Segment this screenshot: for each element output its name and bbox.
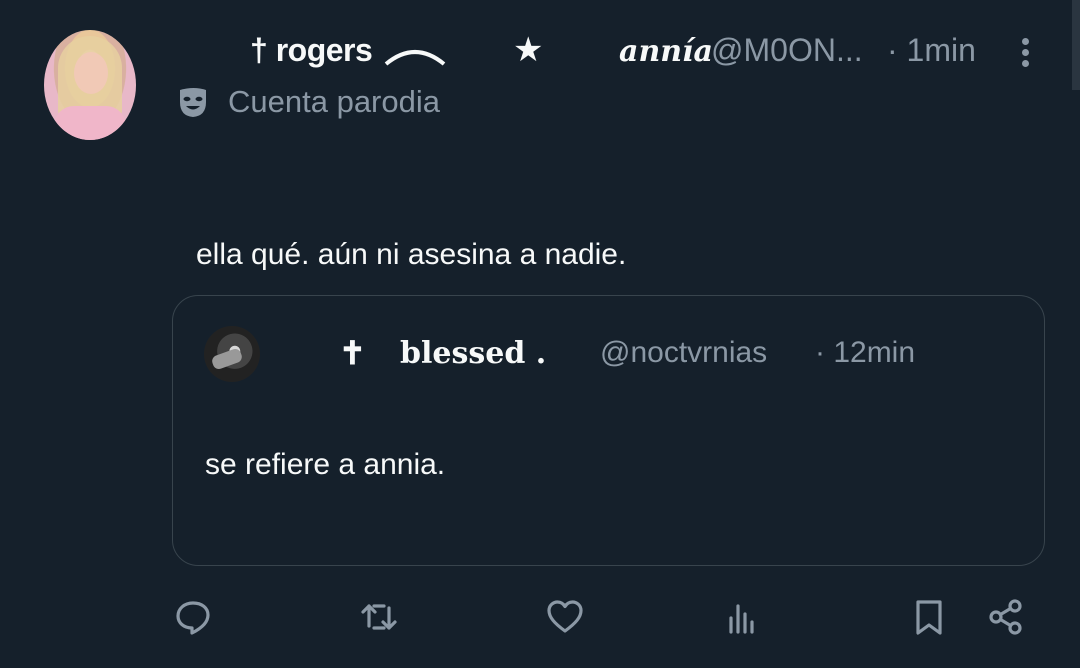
bookmark-button[interactable] bbox=[907, 595, 951, 639]
author-handle[interactable]: @M0ON... bbox=[711, 32, 863, 69]
more-dot bbox=[1021, 49, 1029, 56]
tweet-text: ella qué. aún ni asesina a nadie. bbox=[196, 238, 627, 271]
avatar-hand bbox=[210, 347, 244, 371]
more-dot bbox=[1021, 38, 1029, 45]
more-dot bbox=[1021, 60, 1029, 67]
share-icon bbox=[989, 599, 1022, 635]
parody-label: Cuenta parodia bbox=[176, 84, 440, 120]
tweet-timestamp[interactable]: · 1min bbox=[887, 32, 976, 69]
quoted-tweet-text: se refiere a annia. bbox=[205, 448, 446, 481]
arc-decoration-icon bbox=[384, 50, 446, 66]
share-button[interactable] bbox=[984, 595, 1028, 639]
tweet-card[interactable]: † rogers ★ annía @M0ON... · 1min Cuenta … bbox=[0, 0, 1080, 668]
quoted-author-handle[interactable]: @noctvrnias bbox=[600, 336, 767, 370]
parody-label-text: Cuenta parodia bbox=[228, 84, 440, 119]
tweet-header: † rogers ★ annía @M0ON... · 1min bbox=[0, 30, 1080, 72]
retweet-icon bbox=[361, 604, 397, 630]
quoted-dagger-symbol: ✝ bbox=[339, 334, 366, 372]
retweet-button[interactable] bbox=[357, 595, 401, 639]
quoted-author-display-name[interactable]: blessed . bbox=[400, 336, 546, 371]
more-options-button[interactable] bbox=[1012, 34, 1038, 70]
avatar-body bbox=[54, 106, 126, 140]
views-icon bbox=[729, 604, 754, 634]
quoted-tweet-timestamp[interactable]: · 12min bbox=[815, 336, 915, 370]
bookmark-icon bbox=[916, 600, 942, 635]
reply-button[interactable] bbox=[171, 595, 215, 639]
quoted-tweet[interactable]: ✝ blessed . @noctvrnias · 12min se refie… bbox=[172, 295, 1045, 566]
tweet-actions-bar bbox=[0, 595, 1080, 643]
reply-icon bbox=[176, 601, 210, 635]
heart-icon bbox=[547, 600, 583, 633]
views-button[interactable] bbox=[721, 595, 765, 639]
author-display-name-stylized[interactable]: annía bbox=[619, 34, 713, 69]
star-decoration: ★ bbox=[513, 31, 544, 69]
author-display-name[interactable]: † rogers bbox=[250, 32, 373, 69]
quoted-author-avatar[interactable] bbox=[204, 326, 260, 382]
like-button[interactable] bbox=[543, 595, 587, 639]
theater-mask-icon bbox=[180, 88, 206, 117]
